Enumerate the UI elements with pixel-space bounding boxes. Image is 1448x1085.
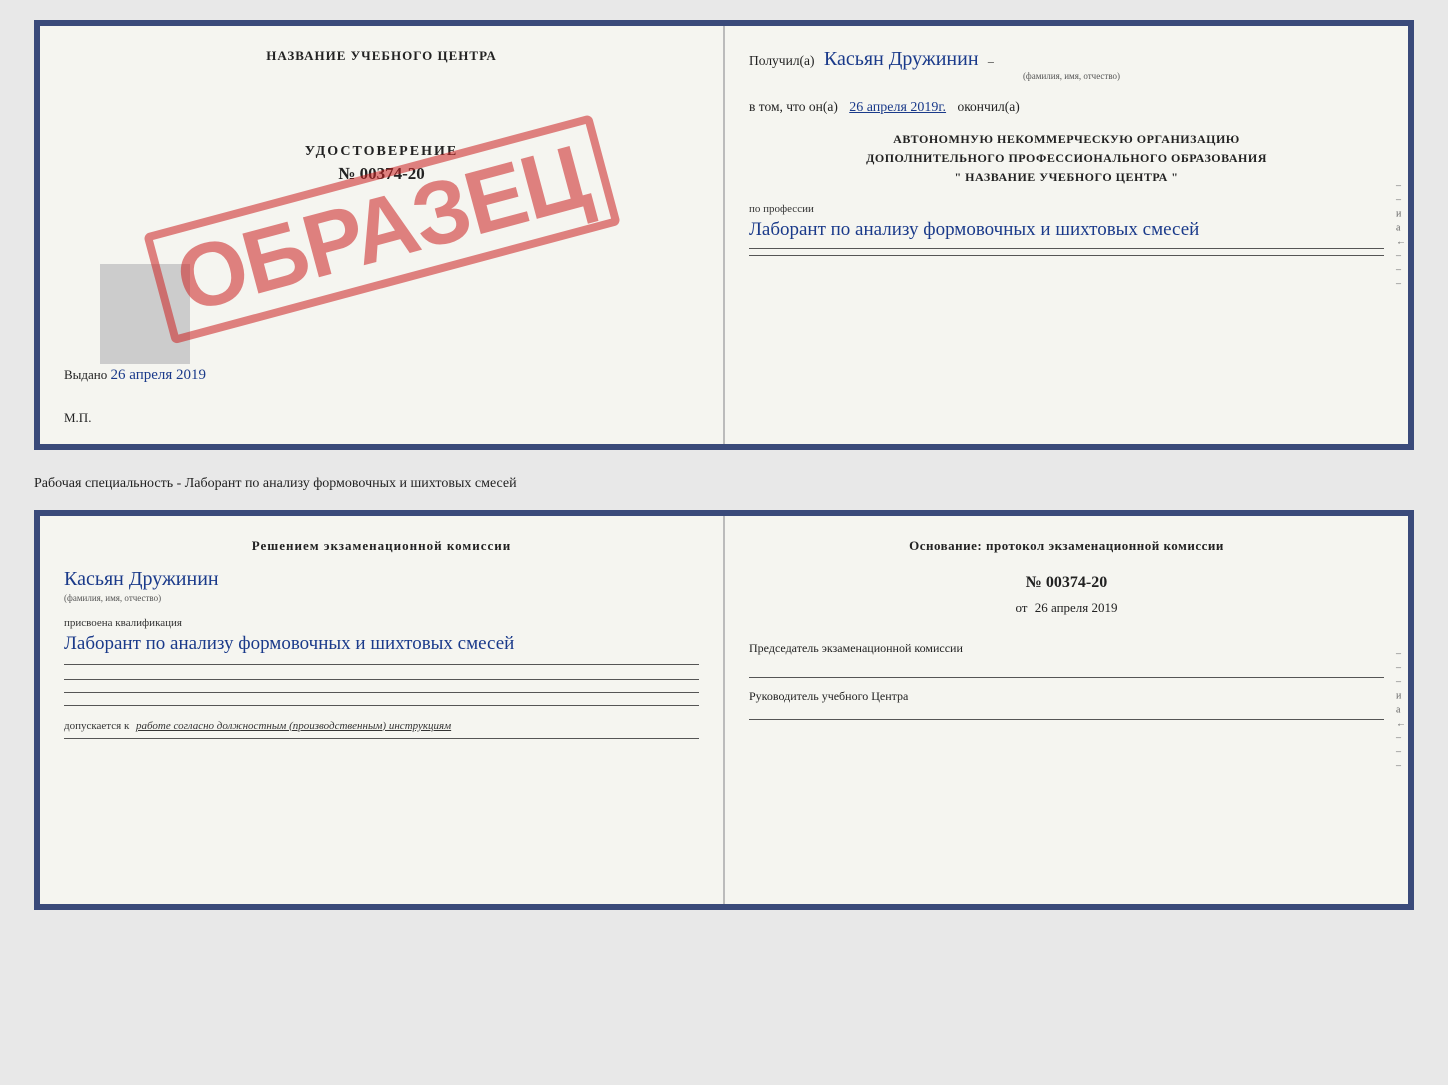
received-line: Получил(а) Касьян Дружинин – (фамилия, и… — [749, 48, 1384, 81]
underline-extra — [749, 255, 1384, 256]
right-letters: – – и а ← – – – — [1396, 181, 1406, 290]
line1 — [64, 679, 699, 680]
cert-label: УДОСТОВЕРЕНИЕ — [64, 144, 699, 160]
chairman-signature-line — [749, 677, 1384, 678]
top-document: НАЗВАНИЕ УЧЕБНОГО ЦЕНТРА УДОСТОВЕРЕНИЕ №… — [34, 20, 1414, 450]
top-right-panel: Получил(а) Касьян Дружинин – (фамилия, и… — [725, 26, 1408, 444]
specialty-label: Рабочая специальность - Лаборант по анал… — [34, 468, 1414, 492]
date-line: в том, что он(а) 26 апреля 2019г. окончи… — [749, 99, 1384, 116]
underline-qual — [64, 664, 699, 665]
protocol-date-prefix: от — [1015, 600, 1027, 615]
issued-text: Выдано — [64, 367, 107, 382]
allows-prefix: допускается к — [64, 720, 129, 732]
decision-title: Решением экзаменационной комиссии — [64, 538, 699, 554]
qualification-label: присвоена квалификация — [64, 617, 699, 629]
basis-title: Основание: протокол экзаменационной коми… — [749, 538, 1384, 554]
bottom-right-panel: Основание: протокол экзаменационной коми… — [725, 516, 1408, 904]
cert-number: № 00374-20 — [64, 164, 699, 184]
person-name-bottom: Касьян Дружинин — [64, 568, 699, 591]
document-container: НАЗВАНИЕ УЧЕБНОГО ЦЕНТРА УДОСТОВЕРЕНИЕ №… — [34, 20, 1414, 910]
protocol-date-value: 26 апреля 2019 — [1035, 600, 1118, 615]
profession-name: Лаборант по анализу формовочных и шихтов… — [749, 217, 1384, 244]
received-prefix: Получил(а) — [749, 53, 815, 68]
received-subtext: (фамилия, имя, отчество) — [759, 71, 1384, 81]
allows-value: работе согласно должностным (производств… — [136, 720, 451, 732]
dash-separator: – — [988, 54, 994, 68]
photo-placeholder — [100, 264, 190, 364]
protocol-date: от 26 апреля 2019 — [749, 600, 1384, 616]
org-line2: ДОПОЛНИТЕЛЬНОГО ПРОФЕССИОНАЛЬНОГО ОБРАЗО… — [749, 151, 1384, 166]
allows-line: допускается к работе согласно должностны… — [64, 720, 699, 732]
date-value: 26 апреля 2019г. — [849, 100, 946, 115]
date-suffix: окончил(а) — [957, 99, 1019, 114]
top-left-panel: НАЗВАНИЕ УЧЕБНОГО ЦЕНТРА УДОСТОВЕРЕНИЕ №… — [40, 26, 725, 444]
underline-profession — [749, 248, 1384, 249]
signature-lines — [64, 675, 699, 706]
underline-allows — [64, 738, 699, 739]
top-left-title: НАЗВАНИЕ УЧЕБНОГО ЦЕНТРА — [64, 48, 699, 64]
org-line1: АВТОНОМНУЮ НЕКОММЕРЧЕСКУЮ ОРГАНИЗАЦИЮ — [749, 132, 1384, 147]
mp-label: М.П. — [64, 410, 91, 426]
director-label: Руководитель учебного Центра — [749, 688, 1384, 705]
issued-line: Выдано 26 апреля 2019 — [64, 367, 206, 384]
name-subtext-bottom: (фамилия, имя, отчество) — [64, 593, 699, 603]
bottom-document: Решением экзаменационной комиссии Касьян… — [34, 510, 1414, 910]
received-name: Касьян Дружинин — [824, 48, 979, 70]
line3 — [64, 705, 699, 706]
bottom-left-panel: Решением экзаменационной комиссии Касьян… — [40, 516, 725, 904]
qualification-name: Лаборант по анализу формовочных и шихтов… — [64, 631, 699, 658]
bottom-right-letters: – – – и а ← – – – — [1396, 649, 1406, 772]
org-line3: " НАЗВАНИЕ УЧЕБНОГО ЦЕНТРА " — [749, 170, 1384, 185]
chairman-label: Председатель экзаменационной комиссии — [749, 640, 1384, 657]
line2 — [64, 692, 699, 693]
profession-label: по профессии — [749, 203, 1384, 215]
protocol-number: № 00374-20 — [749, 574, 1384, 592]
director-signature-line — [749, 719, 1384, 720]
issued-date: 26 апреля 2019 — [111, 367, 207, 383]
date-prefix: в том, что он(а) — [749, 99, 838, 114]
